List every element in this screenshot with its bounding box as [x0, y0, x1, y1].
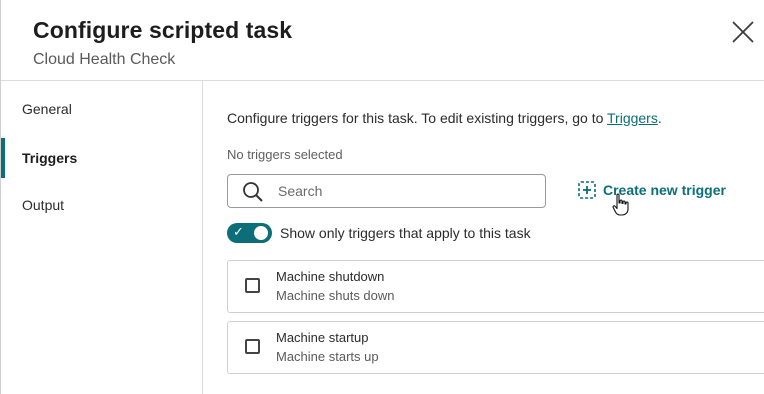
- hand-pointer-icon: [612, 193, 629, 216]
- sidebar-item-label: Output: [22, 197, 65, 213]
- sidebar-item-triggers[interactable]: Triggers: [1, 138, 201, 178]
- check-icon: ✓: [233, 224, 244, 239]
- trigger-description: Machine shuts down: [276, 288, 395, 303]
- sidebar-item-label: General: [22, 101, 72, 117]
- trigger-name: Machine shutdown: [276, 269, 385, 284]
- toggle-knob: [254, 226, 268, 240]
- intro-text-body: Configure triggers for this task. To edi…: [227, 110, 608, 126]
- sidebar-item-general[interactable]: General: [1, 89, 201, 129]
- dialog-header: Configure scripted task Cloud Health Che…: [1, 0, 764, 81]
- configure-task-dialog: Configure scripted task Cloud Health Che…: [0, 0, 764, 394]
- filter-toggle-row: ✓ Show only triggers that apply to this …: [227, 222, 627, 244]
- selection-status: No triggers selected: [227, 147, 343, 162]
- close-icon: [732, 21, 754, 43]
- trigger-item[interactable]: Machine shutdown Machine shuts down: [227, 260, 764, 313]
- intro-text-end: .: [657, 110, 662, 126]
- search-icon: [243, 182, 263, 202]
- dialog-title: Configure scripted task: [33, 17, 293, 43]
- sidebar-item-label: Triggers: [22, 150, 78, 166]
- intro-text: Configure triggers for this task. To edi…: [227, 110, 662, 126]
- sidebar-nav: General Triggers Output: [1, 81, 203, 394]
- applicable-triggers-toggle[interactable]: ✓: [227, 223, 272, 243]
- trigger-name: Machine startup: [276, 330, 369, 345]
- triggers-panel: Configure triggers for this task. To edi…: [204, 81, 764, 394]
- close-button[interactable]: [729, 18, 757, 46]
- search-field[interactable]: [227, 174, 546, 208]
- search-input[interactable]: [278, 181, 533, 201]
- toggle-label: Show only triggers that apply to this ta…: [280, 225, 531, 241]
- dialog-subtitle: Cloud Health Check: [33, 51, 176, 68]
- trigger-checkbox[interactable]: [245, 339, 260, 354]
- trigger-description: Machine starts up: [276, 349, 379, 364]
- sidebar-item-output[interactable]: Output: [1, 185, 201, 225]
- trigger-checkbox[interactable]: [245, 278, 260, 293]
- add-box-icon: [578, 181, 596, 199]
- triggers-link[interactable]: Triggers: [607, 110, 658, 126]
- trigger-item[interactable]: Machine startup Machine starts up: [227, 321, 764, 374]
